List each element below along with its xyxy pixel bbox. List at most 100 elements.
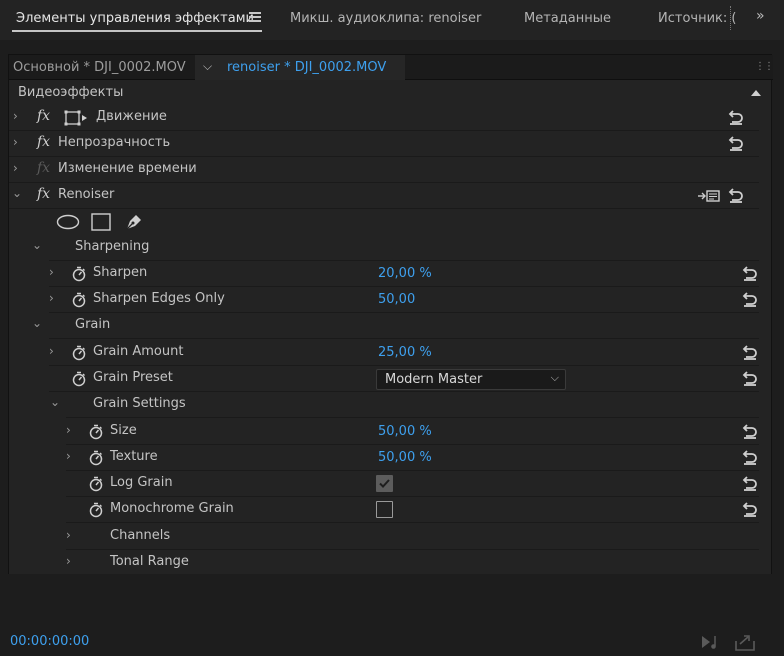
reset-icon[interactable] <box>727 134 745 152</box>
fx-icon[interactable]: fx <box>37 134 50 150</box>
stopwatch-icon[interactable] <box>71 292 87 308</box>
reset-icon[interactable] <box>741 343 759 361</box>
group-label: Grain Settings <box>93 396 186 411</box>
stopwatch-icon[interactable] <box>71 266 87 282</box>
playhead-timecode[interactable]: 00:00:00:00 <box>10 634 89 649</box>
tab-audio-clip-mixer[interactable]: Микш. аудиоклипа: renoiser <box>290 11 481 26</box>
chevron-right-icon[interactable]: › <box>66 528 71 542</box>
effect-name: Renoiser <box>58 187 115 202</box>
stopwatch-icon[interactable] <box>71 345 87 361</box>
stopwatch-icon[interactable] <box>71 371 87 387</box>
group-label: Tonal Range <box>110 554 189 569</box>
param-label: Size <box>110 423 137 438</box>
param-row-sharpen: › Sharpen 20,00 % <box>49 261 759 287</box>
effect-controls-panel: Основной * DJI_0002.MOV ⌵ renoiser * DJI… <box>8 54 774 630</box>
reset-icon[interactable] <box>741 422 759 440</box>
chevron-down-icon[interactable]: ⌄ <box>50 395 60 409</box>
ellipse-mask-icon[interactable] <box>56 214 80 230</box>
stopwatch-icon[interactable] <box>88 424 104 440</box>
fx-icon: fx <box>37 160 51 176</box>
tab-effect-controls[interactable]: Элементы управления эффектами <box>16 11 254 26</box>
reset-icon[interactable] <box>741 290 759 308</box>
fx-icon[interactable]: fx <box>37 186 50 202</box>
chevron-right-icon[interactable]: › <box>66 554 71 568</box>
chevron-right-icon[interactable]: › <box>66 423 71 437</box>
param-row-sharpen-edges-only: › Sharpen Edges Only 50,00 <box>49 287 759 313</box>
param-label: Sharpen Edges Only <box>93 291 225 306</box>
status-bar: 00:00:00:00 <box>0 574 784 656</box>
chevron-down-icon: ⌵ <box>550 371 559 384</box>
chevron-down-icon[interactable]: ⌄ <box>12 186 22 200</box>
reset-icon[interactable] <box>741 500 759 518</box>
export-icon[interactable] <box>734 632 756 652</box>
sharpen-edges-value[interactable]: 50,00 <box>378 292 415 307</box>
transform-icon[interactable] <box>64 110 88 126</box>
chevron-right-icon[interactable]: › <box>49 291 54 305</box>
reset-icon[interactable] <box>741 264 759 282</box>
log-grain-checkbox[interactable] <box>376 475 393 492</box>
grain-preset-select[interactable]: Modern Master ⌵ <box>376 369 566 390</box>
size-value[interactable]: 50,00 % <box>378 424 432 439</box>
grain-preset-value: Modern Master <box>385 372 483 387</box>
chevron-right-icon[interactable]: › <box>13 109 18 123</box>
stopwatch-icon[interactable] <box>88 450 104 466</box>
active-tab-indicator <box>12 30 262 32</box>
effect-row-opacity[interactable]: › fx Непрозрачность <box>9 131 759 157</box>
param-label: Grain Preset <box>93 370 173 385</box>
clip-selector-bar: Основной * DJI_0002.MOV ⌵ renoiser * DJI… <box>9 55 774 80</box>
panel-menu-icon[interactable] <box>249 12 261 24</box>
param-group-channels[interactable]: › Channels <box>66 524 759 550</box>
active-clip-label[interactable]: renoiser * DJI_0002.MOV <box>227 60 386 75</box>
fx-icon[interactable]: fx <box>37 108 50 124</box>
sharpen-value[interactable]: 20,00 % <box>378 266 432 281</box>
param-row-grain-amount: › Grain Amount 25,00 % <box>49 340 759 366</box>
param-row-size: › Size 50,00 % <box>66 419 759 445</box>
param-group-tonal-range[interactable]: › Tonal Range <box>66 550 759 576</box>
chevron-right-icon[interactable]: › <box>66 449 71 463</box>
param-label: Monochrome Grain <box>110 501 234 516</box>
effect-name: Непрозрачность <box>58 135 171 150</box>
chevron-right-icon[interactable]: › <box>49 344 54 358</box>
grip-icon[interactable]: ⋮⋮ <box>755 61 774 72</box>
reset-icon[interactable] <box>741 448 759 466</box>
effect-row-renoiser[interactable]: ⌄ fx Renoiser <box>9 183 759 209</box>
chevron-down-icon[interactable]: ⌵ <box>203 59 212 74</box>
param-group-sharpening[interactable]: ⌄ Sharpening <box>32 235 759 261</box>
mask-tools <box>9 209 759 235</box>
effect-row-time-remapping[interactable]: › fx Изменение времени <box>9 157 759 183</box>
chevron-down-icon[interactable]: ⌄ <box>32 316 42 330</box>
group-label: Grain <box>75 317 111 332</box>
chevron-right-icon[interactable]: › <box>13 135 18 149</box>
chevron-right-icon[interactable]: › <box>13 161 18 175</box>
section-title: Видеоэффекты <box>18 85 124 100</box>
stopwatch-icon[interactable] <box>88 476 104 492</box>
stopwatch-icon[interactable] <box>88 502 104 518</box>
more-tabs-icon[interactable]: » <box>756 8 765 24</box>
param-group-grain[interactable]: ⌄ Grain <box>32 313 759 339</box>
reset-icon[interactable] <box>727 108 745 126</box>
tab-divider <box>730 6 732 30</box>
plugin-settings-icon[interactable] <box>697 188 721 204</box>
monochrome-grain-checkbox[interactable] <box>376 501 393 518</box>
param-label: Texture <box>110 449 158 464</box>
effect-row-motion[interactable]: › fx Движение <box>9 105 759 131</box>
group-label: Channels <box>110 528 171 543</box>
param-label: Sharpen <box>93 265 148 280</box>
reset-icon[interactable] <box>727 186 745 204</box>
reset-icon[interactable] <box>741 369 759 387</box>
panel-tab-bar: Элементы управления эффектами Микш. ауди… <box>0 0 784 40</box>
chevron-down-icon[interactable]: ⌄ <box>32 238 42 252</box>
play-audio-icon[interactable] <box>700 633 722 651</box>
rectangle-mask-icon[interactable] <box>91 213 111 231</box>
tab-source[interactable]: Источник: ( <box>658 11 736 26</box>
texture-value[interactable]: 50,00 % <box>378 450 432 465</box>
chevron-right-icon[interactable]: › <box>49 265 54 279</box>
collapse-up-icon[interactable] <box>751 90 761 96</box>
pen-mask-icon[interactable] <box>124 212 144 232</box>
param-group-grain-settings[interactable]: ⌄ Grain Settings <box>50 392 759 418</box>
reset-icon[interactable] <box>741 474 759 492</box>
grain-amount-value[interactable]: 25,00 % <box>378 345 432 360</box>
master-clip-label[interactable]: Основной * DJI_0002.MOV <box>13 60 186 75</box>
tab-metadata[interactable]: Метаданные <box>524 11 611 26</box>
param-row-monochrome-grain: Monochrome Grain <box>66 497 759 523</box>
